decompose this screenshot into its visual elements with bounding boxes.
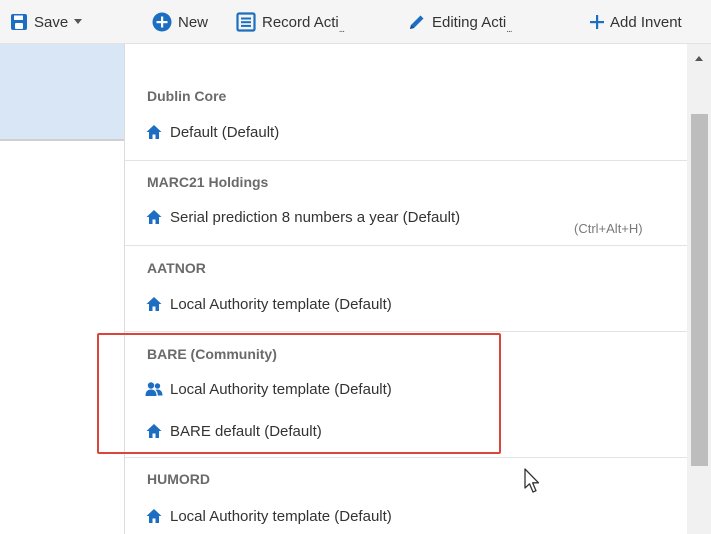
editing-actions-label: Editing Acti (432, 13, 507, 31)
home-icon (145, 208, 163, 226)
scroll-up-arrow-icon[interactable] (695, 56, 703, 61)
menu-item-dublin-core-default[interactable]: Default (Default) (145, 118, 279, 146)
add-inventory-button[interactable]: Add Invent (590, 0, 682, 44)
save-label: Save (34, 13, 69, 31)
menu-item-aatnor-local-authority[interactable]: Local Authority template (Default) (145, 290, 392, 318)
record-actions-label: Record Acti (262, 13, 339, 31)
menu-item-bare-default[interactable]: BARE default (Default) (145, 417, 322, 445)
group-header-aatnor: AATNOR (147, 260, 206, 276)
record-actions-button[interactable]: Record Acti ... (236, 0, 345, 44)
menu-divider (125, 160, 687, 161)
menu-scrollbar[interactable] (687, 44, 711, 534)
template-dropdown-menu: Dublin Core Default (Default) MARC21 Hol… (124, 44, 687, 534)
mouse-pointer-icon (524, 468, 542, 499)
keyboard-shortcut: (Ctrl+Alt+H) (574, 221, 643, 236)
list-box-icon (236, 12, 256, 32)
menu-divider (125, 245, 687, 246)
home-icon (145, 422, 163, 440)
record-actions-ellipsis: ... (338, 23, 345, 35)
new-label: New (178, 13, 209, 31)
row-divider (0, 140, 124, 141)
save-icon (10, 13, 28, 31)
editing-actions-ellipsis: ... (506, 23, 512, 35)
menu-item-label: BARE default (Default) (170, 422, 322, 440)
add-inventory-label: Add Invent (610, 13, 682, 31)
save-button[interactable]: Save (10, 0, 83, 44)
selected-row-background (0, 44, 124, 140)
home-icon (145, 507, 163, 525)
editing-actions-button[interactable]: Editing Acti ... (408, 0, 513, 44)
plus-circle-icon (152, 12, 172, 32)
chevron-down-icon (74, 19, 83, 25)
menu-item-label: Local Authority template (Default) (170, 380, 392, 398)
menu-item-bare-local-authority[interactable]: Local Authority template (Default) (145, 375, 392, 403)
menu-item-label: Local Authority template (Default) (170, 295, 392, 313)
menu-divider (125, 331, 687, 332)
menu-item-humord-local-authority[interactable]: Local Authority template (Default) (145, 502, 392, 530)
menu-item-label: Serial prediction 8 numbers a year (Defa… (170, 208, 461, 226)
home-icon (145, 295, 163, 313)
group-header-dublin-core: Dublin Core (147, 88, 227, 104)
new-button[interactable]: New (152, 0, 208, 44)
scrollbar-thumb[interactable] (691, 114, 708, 466)
menu-divider (125, 457, 687, 458)
community-icon (145, 380, 163, 398)
menu-item-label: Default (Default) (170, 123, 280, 141)
menu-item-serial-prediction[interactable]: Serial prediction 8 numbers a year (Defa… (145, 203, 460, 231)
group-header-bare-community: BARE (Community) (147, 346, 277, 362)
toolbar: Save New Record Acti ... Editing Acti ..… (0, 0, 711, 44)
clipped-menu-item (143, 44, 483, 50)
menu-item-label: Local Authority template (Default) (170, 507, 392, 525)
plus-icon (590, 15, 604, 29)
group-header-marc21-holdings: MARC21 Holdings (147, 174, 269, 190)
home-icon (145, 123, 163, 141)
pencil-icon (408, 13, 426, 31)
group-header-humord: HUMORD (147, 471, 210, 487)
